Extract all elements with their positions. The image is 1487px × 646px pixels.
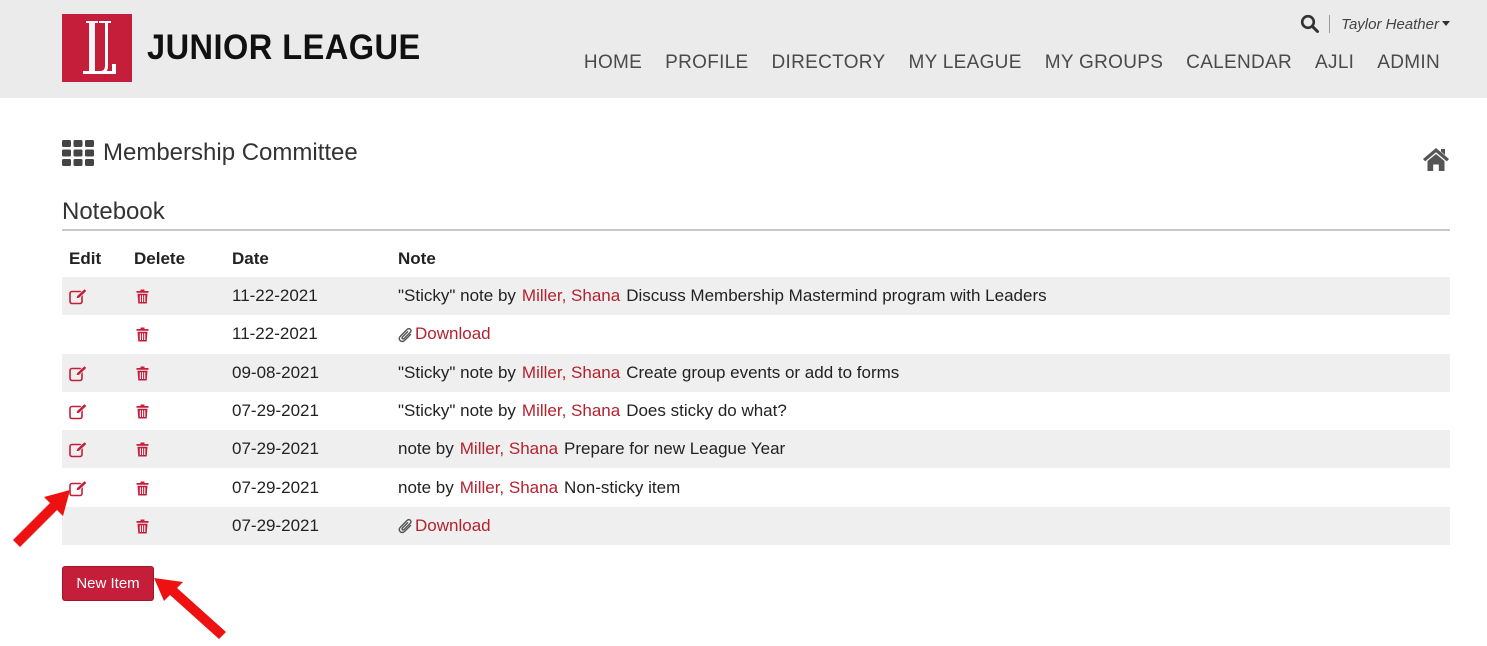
annotation-arrow-new-item (154, 578, 226, 639)
table-header-row: Edit Delete Date Note (62, 240, 1450, 277)
nav-item-ajli[interactable]: AJLI (1315, 52, 1354, 74)
edit-icon[interactable] (69, 401, 88, 420)
table-row: 07-29-2021 note by Miller, Shana Prepare fo… (62, 430, 1450, 469)
delete-cell (127, 392, 225, 430)
note-text: Create group events or add to forms (626, 362, 900, 382)
author-link[interactable]: Miller, Shana (460, 439, 558, 458)
note-text: Discuss Membership Mastermind program wi… (626, 286, 1047, 306)
table-row: 07-29-2021 note by Miller, Shana Non-sticky… (62, 468, 1450, 506)
edit-cell (62, 354, 127, 392)
author-link[interactable]: Miller, Shana (460, 478, 558, 497)
site-header: JUNIOR LEAGUE Taylor Heather HOME PROFILE… (0, 0, 1487, 98)
note-cell: "Sticky" note by Miller, Shana Create grou… (391, 354, 1450, 392)
table-row: 09-08-2021 "Sticky" note by Miller, Shana C… (62, 353, 1450, 392)
edit-cell (62, 315, 127, 353)
download-link-text: Download (415, 515, 491, 535)
edit-cell (62, 277, 127, 315)
author-link[interactable]: Miller, Shana (522, 401, 620, 420)
nav-item-home[interactable]: HOME (584, 52, 642, 74)
utility-bar: Taylor Heather (1300, 13, 1450, 35)
download-link-text: Download (415, 324, 491, 344)
edit-icon[interactable] (69, 439, 88, 458)
date-cell: 11-22-2021 (232, 324, 318, 344)
download-link[interactable]: Download (398, 324, 491, 343)
divider (1329, 15, 1331, 33)
delete-cell (127, 354, 225, 392)
new-item-button[interactable]: New Item (62, 566, 154, 601)
section-title: Notebook (62, 197, 1450, 231)
brand-name[interactable]: JUNIOR LEAGUE (147, 28, 421, 68)
delete-cell (127, 315, 225, 353)
note-prefix: note by (398, 439, 454, 459)
edit-cell (62, 392, 127, 430)
note-text: Prepare for new League Year (564, 439, 786, 459)
paperclip-icon (398, 324, 415, 343)
trash-icon[interactable] (136, 286, 149, 305)
user-menu[interactable]: Taylor Heather (1341, 16, 1450, 33)
trash-icon[interactable] (136, 401, 149, 420)
paperclip-icon (398, 516, 415, 535)
date-cell: 11-22-2021 (232, 286, 318, 306)
trash-icon[interactable] (136, 324, 149, 343)
trash-icon[interactable] (136, 439, 149, 458)
nav-item-my-groups[interactable]: MY GROUPS (1045, 52, 1163, 74)
date-cell: 07-29-2021 (232, 401, 319, 421)
note-cell: "Sticky" note by Miller, Shana Does sticky… (391, 392, 1450, 430)
search-icon[interactable] (1300, 14, 1320, 34)
edit-icon[interactable] (69, 363, 88, 382)
nav-item-directory[interactable]: DIRECTORY (772, 52, 886, 74)
date-cell: 07-29-2021 (232, 477, 319, 497)
nav-item-admin[interactable]: ADMIN (1377, 52, 1440, 74)
trash-icon[interactable] (136, 478, 149, 497)
note-text: Does sticky do what? (626, 401, 787, 421)
note-cell: "Sticky" note by Miller, Shana Discuss Mem… (391, 277, 1450, 315)
note-text: Non-sticky item (564, 477, 681, 497)
junior-league-logo[interactable] (62, 14, 132, 82)
note-prefix: "Sticky" note by (398, 286, 516, 306)
download-link[interactable]: Download (398, 516, 491, 535)
note-cell: Download (391, 507, 1450, 545)
page-title-text: Membership Committee (103, 139, 358, 166)
nav-item-my-league[interactable]: MY LEAGUE (908, 52, 1021, 74)
note-cell: note by Miller, Shana Prepare for new Leag… (391, 430, 1450, 468)
note-prefix: note by (398, 477, 454, 497)
delete-cell (127, 507, 225, 545)
note-cell: Download (391, 315, 1450, 353)
table-row: 11-22-2021 Download (62, 315, 1450, 353)
header-note: Note (398, 248, 436, 268)
table-row: 11-22-2021 "Sticky" note by Miller, Shana D… (62, 277, 1450, 316)
nav-item-profile[interactable]: PROFILE (665, 52, 748, 74)
trash-icon[interactable] (136, 363, 149, 382)
delete-cell (127, 277, 225, 315)
edit-icon[interactable] (69, 286, 88, 305)
date-cell: 07-29-2021 (232, 515, 319, 535)
author-link[interactable]: Miller, Shana (522, 286, 620, 305)
annotation-arrow-edit (13, 490, 70, 547)
date-cell: 07-29-2021 (232, 439, 319, 459)
date-cell: 09-08-2021 (232, 362, 319, 382)
table-row: 07-29-2021 Download (62, 506, 1450, 546)
header-delete: Delete (134, 248, 186, 268)
note-prefix: "Sticky" note by (398, 401, 516, 421)
delete-cell (127, 430, 225, 468)
main-nav: HOME PROFILE DIRECTORY MY LEAGUE MY GROUPS CA… (561, 52, 1440, 74)
nav-item-calendar[interactable]: CALENDAR (1186, 52, 1292, 74)
chevron-down-icon (1442, 20, 1450, 26)
user-name: Taylor Heather (1341, 15, 1439, 33)
delete-cell (127, 468, 225, 506)
edit-cell (62, 430, 127, 468)
grid-icon (62, 140, 94, 166)
header-date: Date (232, 248, 269, 268)
notebook-table: Edit Delete Date Note 11-22-2021 "Sticky"… (62, 240, 1450, 546)
author-link[interactable]: Miller, Shana (522, 363, 620, 382)
table-row: 07-29-2021 "Sticky" note by Miller, Shana D… (62, 392, 1450, 430)
note-cell: note by Miller, Shana Non-sticky item (391, 468, 1450, 506)
page-title: Membership Committee (62, 138, 358, 168)
header-edit: Edit (69, 248, 102, 268)
home-icon[interactable] (1421, 146, 1451, 172)
trash-icon[interactable] (136, 516, 149, 535)
note-prefix: "Sticky" note by (398, 362, 516, 382)
